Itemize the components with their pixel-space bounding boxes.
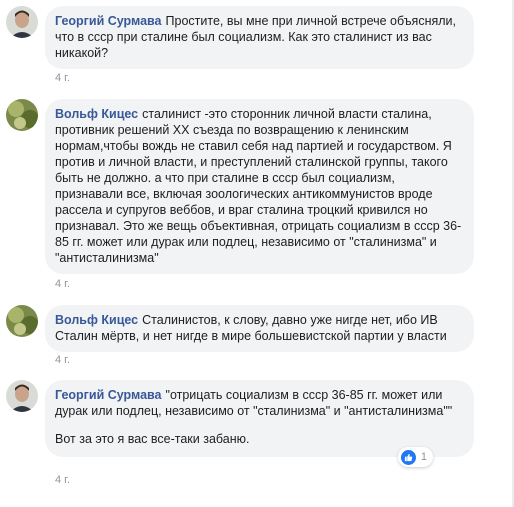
reaction-count: 1 xyxy=(420,451,427,463)
avatar-georgiy-icon xyxy=(6,6,38,38)
comment-author-link[interactable]: Георгий Сурмава xyxy=(55,14,162,28)
reaction-count-badge[interactable]: 1 xyxy=(397,447,433,467)
avatar[interactable] xyxy=(6,6,38,38)
avatar-wolf-icon xyxy=(6,99,38,131)
comment-text-second-paragraph: Вот за это я вас все-таки забаню. xyxy=(55,432,250,446)
like-icon xyxy=(400,449,416,465)
comment-timestamp[interactable]: 4 г. xyxy=(55,354,70,366)
comment-text: сталинист -это сторонник личной власти с… xyxy=(55,107,462,265)
avatar[interactable] xyxy=(6,99,38,131)
avatar-georgiy-icon xyxy=(6,380,38,412)
comment-bubble: Георгий Сурмава Простите, вы мне при личн… xyxy=(45,6,474,69)
comment-bubble: Вольф Кицес сталинист -это сторонник личн… xyxy=(45,99,474,274)
comment-bubble: Вольф Кицес Сталинистов, к слову, давно у… xyxy=(45,305,474,352)
avatar[interactable] xyxy=(6,305,38,337)
avatar[interactable] xyxy=(6,380,38,412)
comment-author-link[interactable]: Георгий Сурмава xyxy=(55,388,162,402)
comment-bubble: Георгий Сурмава "отрицать социализм в ссс… xyxy=(45,380,474,467)
comment-timestamp[interactable]: 4 г. xyxy=(55,474,70,486)
comment-timestamp[interactable]: 4 г. xyxy=(55,278,70,290)
comment-author-link[interactable]: Вольф Кицес xyxy=(55,107,138,121)
avatar-wolf-icon xyxy=(6,305,38,337)
comment-author-link[interactable]: Вольф Кицес xyxy=(55,313,138,327)
comment-timestamp[interactable]: 4 г. xyxy=(55,72,70,84)
